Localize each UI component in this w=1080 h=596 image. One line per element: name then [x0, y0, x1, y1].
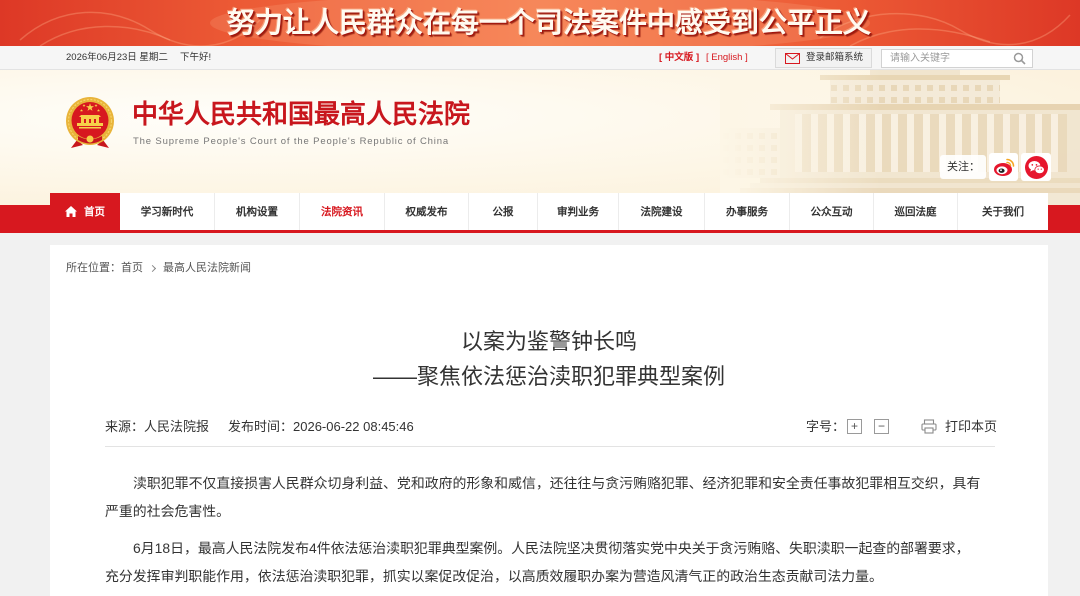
weibo-button[interactable]: [989, 153, 1018, 181]
lang-english-link[interactable]: [ English ]: [706, 52, 748, 64]
follow-label: 关注：: [940, 155, 986, 179]
paragraph: 渎职犯罪不仅直接损害人民群众切身利益、党和政府的形象和威信，还往往与贪污贿赂犯罪…: [105, 469, 995, 525]
national-emblem-icon: [66, 97, 114, 148]
lang-chinese-link[interactable]: [ 中文版 ]: [659, 52, 699, 64]
nav-item-organization[interactable]: 机构设置: [214, 193, 299, 230]
site-header: 中华人民共和国最高人民法院 The Supreme People's Court…: [0, 70, 1080, 205]
paragraph: 6月18日，最高人民法院发布4件依法惩治渎职犯罪典型案例。人民法院坚决贯彻落实党…: [105, 534, 995, 590]
main-nav: 首页 学习新时代 机构设置 法院资讯 权威发布 公报 审判业务 法院建设 办事服…: [50, 193, 1048, 233]
print-page-link[interactable]: 打印本页: [945, 419, 997, 435]
mail-login-button[interactable]: 登录邮箱系统: [775, 48, 872, 68]
nav-item-court-building[interactable]: 法院建设: [618, 193, 704, 230]
time-label: 发布时间：: [228, 419, 294, 434]
paragraph-line: 严重的社会危害性。: [105, 503, 231, 519]
nav-item-study[interactable]: 学习新时代: [120, 193, 214, 230]
article-subtitle: ——聚焦依法惩治渎职犯罪典型案例: [372, 364, 725, 389]
slogan-text: 努力让人民群众在每一个司法案件中感受到公平正义: [226, 6, 871, 39]
breadcrumb-home-link[interactable]: 首页: [121, 261, 143, 275]
weibo-icon: [993, 158, 1014, 176]
nav-item-court-news[interactable]: 法院资讯: [299, 193, 384, 230]
nav-item-home[interactable]: 首页: [50, 193, 120, 230]
top-bar: 2026年06月23日 星期二 下午好! [ 中文版 ] [ English ]…: [0, 46, 1080, 70]
source-value: 人民法院报: [144, 419, 210, 434]
search-box: [881, 49, 1033, 68]
nav-item-circuit-courts[interactable]: 巡回法庭: [873, 193, 957, 230]
search-input[interactable]: [882, 50, 1008, 67]
source-label: 来源：: [105, 419, 145, 434]
article-source: 来源：人民法院报: [105, 419, 209, 435]
wechat-button[interactable]: [1021, 153, 1051, 181]
nav-item-releases[interactable]: 权威发布: [384, 193, 468, 230]
article-body: 渎职犯罪不仅直接损害人民群众切身利益、党和政府的形象和威信，还往往与贪污贿赂犯罪…: [105, 469, 995, 596]
article-meta: 来源：人民法院报 发布时间：2026-06-22 08:45:46 字号： + …: [105, 419, 997, 435]
court-building-illustration: [720, 70, 1080, 205]
font-increase-button[interactable]: +: [847, 419, 862, 434]
chevron-right-icon: [148, 264, 157, 272]
wechat-icon: [1024, 155, 1048, 179]
breadcrumb: 所在位置： 首页 最高人民法院新闻: [66, 261, 251, 275]
current-date: 2026年06月23日 星期二: [66, 52, 168, 63]
article-title: 以案为鉴警钟长鸣: [460, 329, 637, 354]
site-subtitle-english: The Supreme People's Court of the People…: [133, 136, 450, 147]
slogan-banner: 努力让人民群众在每一个司法案件中感受到公平正义: [0, 0, 1080, 46]
greeting: 下午好!: [180, 52, 212, 63]
nav-item-services[interactable]: 办事服务: [704, 193, 789, 230]
site-title[interactable]: 中华人民共和国最高人民法院: [132, 100, 470, 130]
home-icon: [65, 206, 77, 217]
printer-icon[interactable]: [921, 419, 937, 434]
mail-login-label: 登录邮箱系统: [806, 52, 864, 63]
breadcrumb-news-link[interactable]: 最高人民法院新闻: [163, 261, 251, 275]
nav-item-trial[interactable]: 审判业务: [537, 193, 618, 230]
paragraph-line: 6月18日，最高人民法院发布4件依法惩治渎职犯罪典型案例。人民法院坚决贯彻落实党…: [133, 540, 970, 556]
paragraph-line: 渎职犯罪不仅直接损害人民群众切身利益、党和政府的形象和威信，还往往与贪污贿赂犯罪…: [133, 475, 981, 491]
nav-item-gazette[interactable]: 公报: [468, 193, 537, 230]
nav-item-label: 首页: [84, 206, 105, 218]
time-value: 2026-06-22 08:45:46: [293, 419, 414, 434]
nav-item-interaction[interactable]: 公众互动: [789, 193, 873, 230]
envelope-icon: [785, 53, 800, 64]
nav-item-about[interactable]: 关于我们: [957, 193, 1048, 230]
breadcrumb-prefix: 所在位置：: [66, 262, 121, 274]
paragraph-line: 充分发挥审判职能作用，依法惩治渎职犯罪，抓实以案促改促治，以高质效履职办案为营造…: [105, 568, 883, 584]
font-decrease-button[interactable]: −: [874, 419, 889, 434]
article-time: 发布时间：2026-06-22 08:45:46: [228, 419, 414, 435]
meta-divider: [105, 446, 995, 447]
font-size-label: 字号：: [806, 419, 846, 434]
search-icon[interactable]: [1013, 52, 1026, 65]
article-panel: 所在位置： 首页 最高人民法院新闻 以案为鉴警钟长鸣 ——聚焦依法惩治渎职犯罪典…: [50, 245, 1048, 596]
